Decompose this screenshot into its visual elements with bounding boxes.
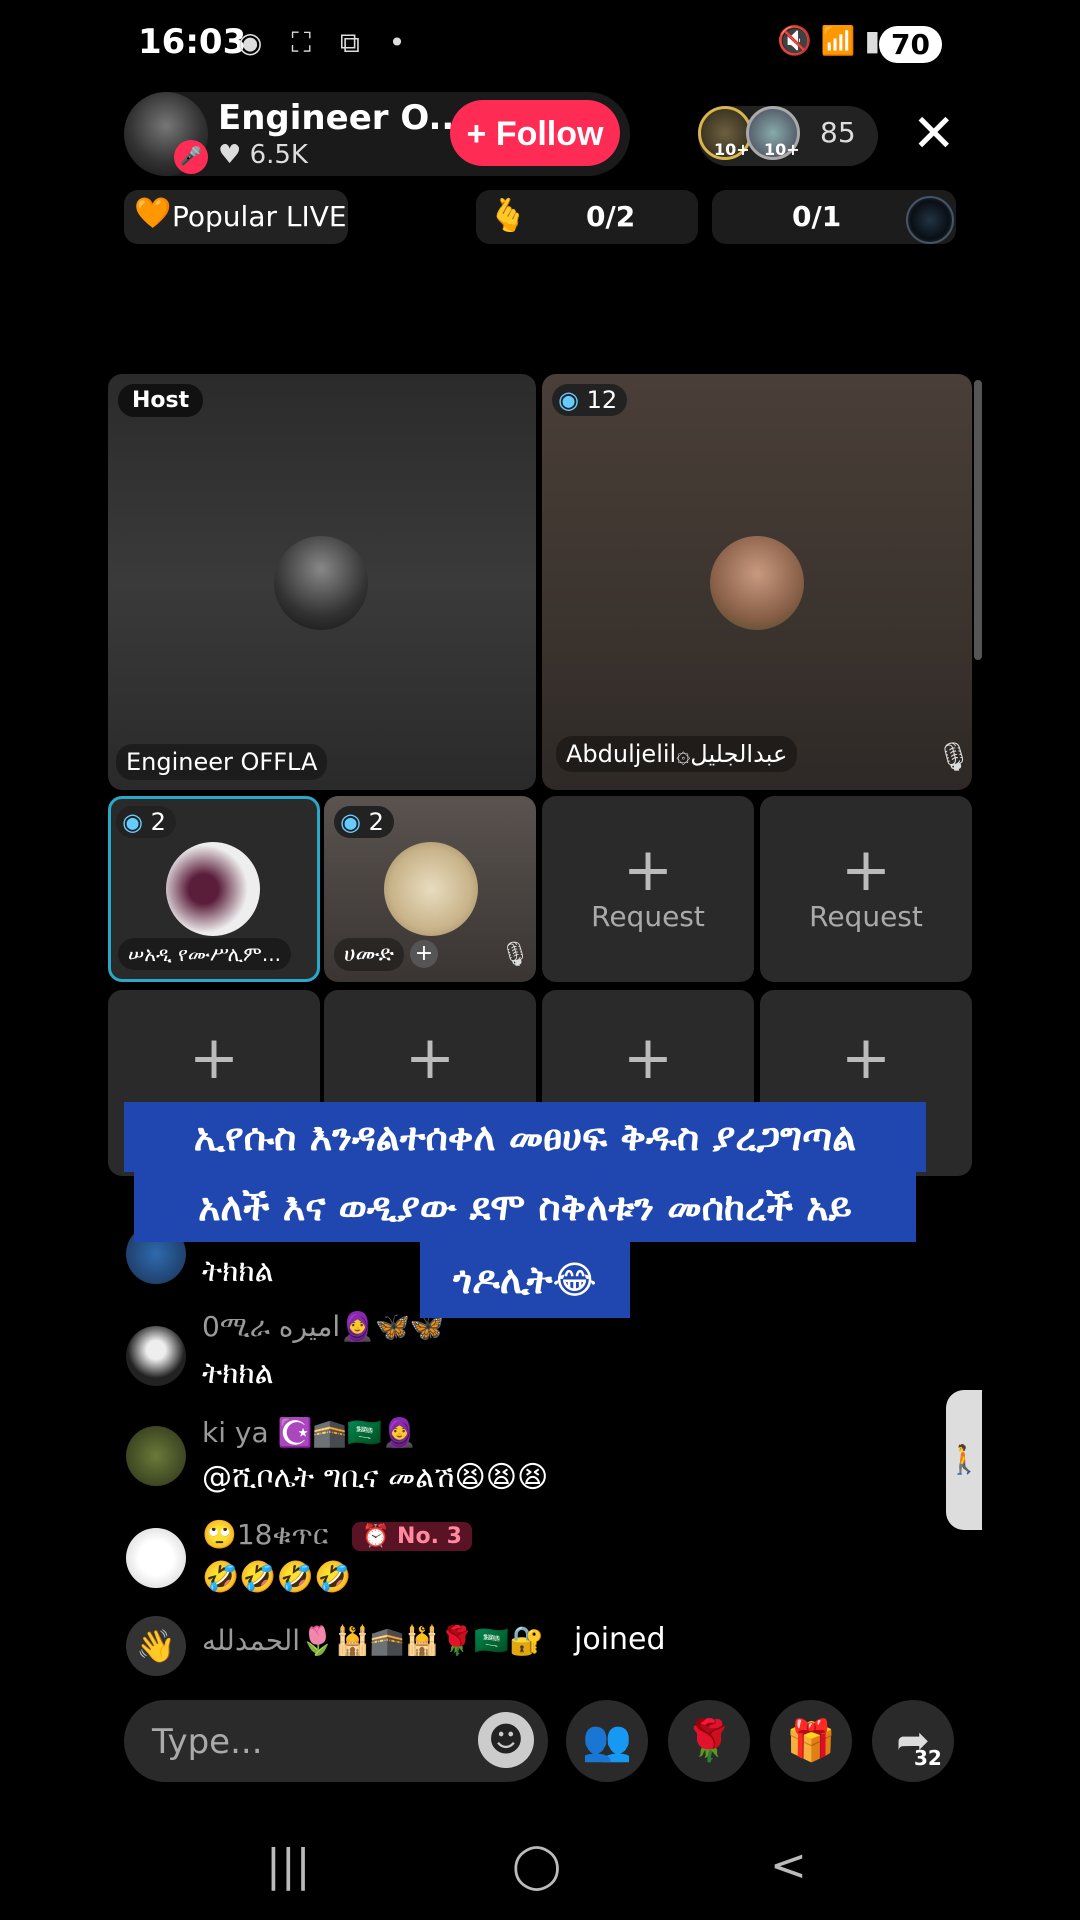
diamond-icon: ◉ <box>122 808 143 836</box>
request-tile[interactable]: + Request <box>760 796 972 982</box>
comment-placeholder: Type... <box>152 1722 263 1762</box>
chat-message: ትክክል <box>202 1254 274 1289</box>
close-icon[interactable]: ✕ <box>912 104 956 164</box>
battery-indicator: 70 <box>879 26 942 63</box>
plus-icon: + <box>840 1023 892 1093</box>
emoji-icon[interactable]: ☻ <box>478 1712 534 1768</box>
goal-progress: 0/2 <box>586 200 636 233</box>
request-label: Request <box>809 900 923 933</box>
guest-avatar <box>384 842 478 936</box>
plus-icon: + <box>622 835 674 905</box>
plus-icon: + <box>622 1023 674 1093</box>
guest-level: 2 <box>368 808 384 836</box>
follow-button[interactable]: + Follow <box>450 100 620 166</box>
host-likes: ♥ 6.5K <box>218 140 308 170</box>
status-left-icons: ◉ ⛶ ⧉ • <box>238 26 416 59</box>
join-message: joined <box>574 1622 666 1657</box>
gift-button[interactable]: 🎁 <box>770 1700 852 1782</box>
finger-heart-icon: 🫰 <box>488 196 528 234</box>
request-label: Request <box>591 900 705 933</box>
plus-icon: + <box>188 1023 240 1093</box>
mic-muted-icon: 🎙 <box>500 940 531 968</box>
guest-name: Abduljelil۞عبدالجليل <box>556 736 798 772</box>
heart-icon: 🧡 <box>134 196 172 231</box>
viewer-count[interactable]: 85 <box>820 116 856 149</box>
rank-badge: ⏰ No. 3 <box>352 1522 472 1551</box>
mic-muted-icon: 🎙 <box>936 740 972 773</box>
chat-message: @ሺቦሌት ግቢና መልሽ😫😫😫 <box>202 1460 549 1495</box>
guest-level: 12 <box>586 386 618 414</box>
chat-message: 🤣🤣🤣🤣 <box>202 1560 352 1595</box>
viewer-badge: 10+ <box>714 140 750 159</box>
popular-live-label: Popular LIVE <box>172 200 347 233</box>
chat-username[interactable]: 0ሚራ اميره🧕🦋🦋 <box>202 1310 445 1344</box>
plus-icon: + <box>404 1023 456 1093</box>
multi-guest-button[interactable]: 👥 <box>566 1700 648 1782</box>
guest-avatar <box>710 536 804 630</box>
mic-muted-icon: 🎤 <box>174 140 208 174</box>
caption-line: ጎዶሊት😂 <box>420 1242 630 1318</box>
guest-level-badge: ◉ 2 <box>116 806 176 838</box>
home-button[interactable]: ◯ <box>512 1840 561 1891</box>
chat-message: ትክክል <box>202 1356 274 1391</box>
recent-apps-button[interactable]: ||| <box>266 1840 310 1891</box>
chat-avatar[interactable] <box>126 1426 186 1486</box>
back-button[interactable]: < <box>770 1840 807 1891</box>
host-name[interactable]: Engineer O... <box>218 98 467 138</box>
status-time: 16:03 <box>138 22 247 62</box>
goal-gift-icon <box>906 196 954 244</box>
grid-scrollbar[interactable] <box>974 380 982 660</box>
status-right-icons: 🔇 📶 ▮ <box>777 24 880 57</box>
diamond-icon: ◉ <box>340 808 361 836</box>
caption-line: አለች እና ወዲያው ደሞ ስቅለቱን መሰከረች አይ <box>134 1172 916 1242</box>
goal-progress: 0/1 <box>792 200 842 233</box>
plus-icon: + <box>840 835 892 905</box>
request-tile[interactable]: + Request <box>542 796 754 982</box>
guest-name: ሠአዲ የሙሥሊም... <box>118 938 291 970</box>
host-tag: Host <box>118 384 204 417</box>
rose-gift-button[interactable]: 🌹 <box>668 1700 750 1782</box>
chat-username[interactable]: 🙄18ቁጥር <box>202 1518 328 1552</box>
diamond-icon: ◉ <box>558 386 579 414</box>
side-panel-tab[interactable]: 🚶 <box>946 1390 982 1530</box>
chat-username[interactable]: ki ya ☪️🕋🇸🇦🧕 <box>202 1416 417 1449</box>
guest-level-badge: ◉ 12 <box>552 384 628 416</box>
wave-icon: 👋 <box>126 1616 186 1676</box>
guest-avatar <box>166 842 260 936</box>
guest-name: ሀሙድ <box>334 938 404 971</box>
guest-level: 2 <box>150 808 166 836</box>
chat-avatar[interactable] <box>126 1528 186 1588</box>
guest-level-badge: ◉ 2 <box>334 806 394 838</box>
caption-line: ኢየሱስ እንዳልተሰቀለ መፀሀፍ ቅዱስ ያረጋግጣል <box>124 1102 926 1172</box>
chat-username[interactable]: الحمدلله🌷🕌🕋🕌🌹🇸🇦🔐 <box>202 1624 544 1657</box>
add-friend-icon[interactable]: + <box>410 940 438 968</box>
host-tile-avatar <box>274 536 368 630</box>
viewer-badge: 10+ <box>764 140 800 159</box>
host-tile-name: Engineer OFFLA <box>116 744 328 780</box>
chat-avatar[interactable] <box>126 1326 186 1386</box>
share-count: 32 <box>914 1746 942 1770</box>
